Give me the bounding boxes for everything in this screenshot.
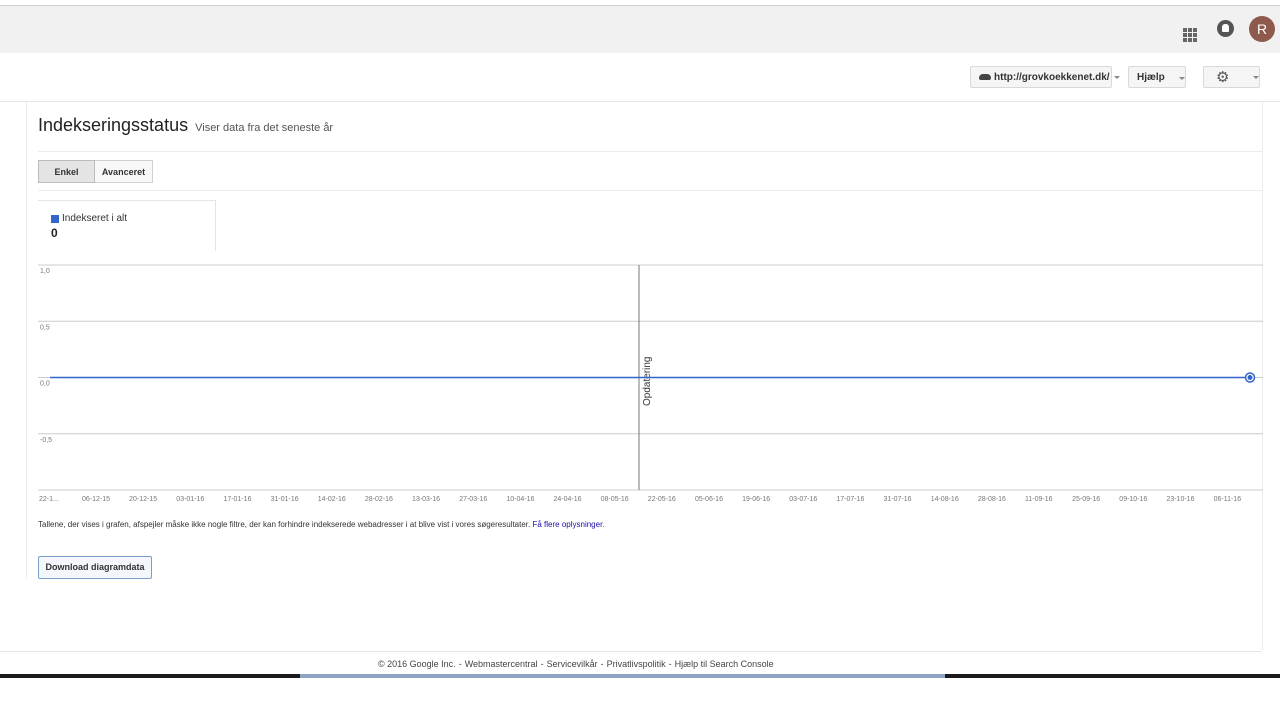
help-label: Hjælp	[1137, 72, 1165, 83]
x-tick-label: 27-03-16	[459, 496, 487, 503]
divider	[38, 151, 1263, 152]
property-icon	[979, 74, 991, 81]
x-tick-label: 19-06-16	[742, 496, 770, 503]
x-tick-label: 25-09-16	[1072, 496, 1100, 503]
chevron-down-icon	[1179, 77, 1185, 80]
chevron-down-icon	[1253, 76, 1259, 79]
x-tick-label: 06-11-16	[1214, 496, 1242, 503]
x-tick-label: 03-01-16	[176, 496, 204, 503]
legend-swatch	[51, 215, 59, 223]
footer: © 2016 Google Inc. - Webmastercentral - Serv…	[378, 659, 774, 669]
footnote: Tallene, der vises i grafen, afspejler m…	[38, 520, 605, 529]
x-tick-label: 11-09-16	[1025, 496, 1053, 503]
page-title: Indekseringsstatus Viser data fra det se…	[38, 115, 333, 136]
site-selector[interactable]: http://grovkoekkenet.dk/	[970, 66, 1120, 88]
data-point-dot	[1247, 375, 1253, 380]
x-tick-label: 20-12-15	[129, 496, 157, 503]
annotation-label: Opdatering	[642, 357, 653, 406]
more-info-link[interactable]: Få flere oplysninger	[532, 520, 602, 529]
x-tick-label: 31-07-16	[884, 496, 912, 503]
x-tick-label: 10-04-16	[506, 496, 534, 503]
metric-value: 0	[51, 226, 58, 240]
footnote-end: .	[602, 520, 605, 529]
y-tick-label: 0,0	[40, 381, 50, 388]
footnote-text: Tallene, der vises i grafen, afspejler m…	[38, 520, 533, 529]
footer-link-help[interactable]: Hjælp til Search Console	[675, 659, 774, 669]
footer-link-privacy[interactable]: Privatlivspolitik	[607, 659, 666, 669]
site-url: http://grovkoekkenet.dk/	[994, 72, 1110, 83]
google-bar: R	[0, 6, 1280, 53]
y-tick-label: -0,5	[40, 437, 52, 444]
x-tick-label: 14-08-16	[931, 496, 959, 503]
x-tick-label: 05-06-16	[695, 496, 723, 503]
help-button[interactable]: Hjælp	[1128, 66, 1186, 88]
x-tick-label: 08-05-16	[601, 496, 629, 503]
x-tick-label: 17-01-16	[223, 496, 251, 503]
x-tick-label: 28-02-16	[365, 496, 393, 503]
avatar[interactable]: R	[1249, 16, 1275, 42]
x-tick-label: 22-05-16	[648, 496, 676, 503]
x-tick-label: 24-04-16	[554, 496, 582, 503]
x-tick-label: 31-01-16	[271, 496, 299, 503]
page-subtitle: Viser data fra det seneste år	[195, 122, 334, 134]
tab-avanceret[interactable]: Avanceret	[95, 160, 153, 183]
apps-icon[interactable]	[1183, 28, 1197, 42]
page-title-text: Indekseringsstatus	[38, 115, 189, 135]
x-tick-label: 06-12-15	[82, 496, 110, 503]
download-chart-data-button[interactable]: Download diagramdata	[38, 556, 152, 579]
metric-card[interactable]: Indekseret i alt 0	[38, 200, 216, 251]
x-tick-label: 22-1...	[39, 496, 59, 503]
left-divider	[26, 102, 27, 578]
x-tick-label: 13-03-16	[412, 496, 440, 503]
y-tick-label: 1,0	[40, 268, 50, 275]
divider	[38, 190, 1263, 191]
bell-icon[interactable]	[1217, 20, 1234, 37]
view-tabs: Enkel Avanceret	[38, 160, 153, 183]
x-tick-label: 09-10-16	[1119, 496, 1147, 503]
index-status-chart: 1,0 0,5 0,0 -0,5 22-1... 06-12-15 20-12-15 03-0…	[38, 264, 1263, 503]
x-tick-label: 23-10-16	[1166, 496, 1194, 503]
taskbar-highlight	[300, 674, 945, 678]
chevron-down-icon	[1113, 75, 1120, 79]
y-tick-label: 0,5	[40, 324, 50, 331]
footer-divider	[0, 651, 1262, 652]
metric-label: Indekseret i alt	[62, 213, 128, 224]
x-tick-label: 14-02-16	[318, 496, 346, 503]
x-tick-label: 28-08-16	[978, 496, 1006, 503]
footer-link-webmastercentral[interactable]: Webmastercentral	[465, 659, 538, 669]
tab-enkel[interactable]: Enkel	[38, 160, 95, 183]
footer-copyright: © 2016 Google Inc.	[378, 659, 456, 669]
gear-icon: ⚙	[1216, 69, 1230, 86]
x-tick-label: 03-07-16	[789, 496, 817, 503]
footer-link-terms[interactable]: Servicevilkår	[547, 659, 598, 669]
settings-button[interactable]: ⚙	[1203, 66, 1260, 88]
x-tick-label: 17-07-16	[836, 496, 864, 503]
